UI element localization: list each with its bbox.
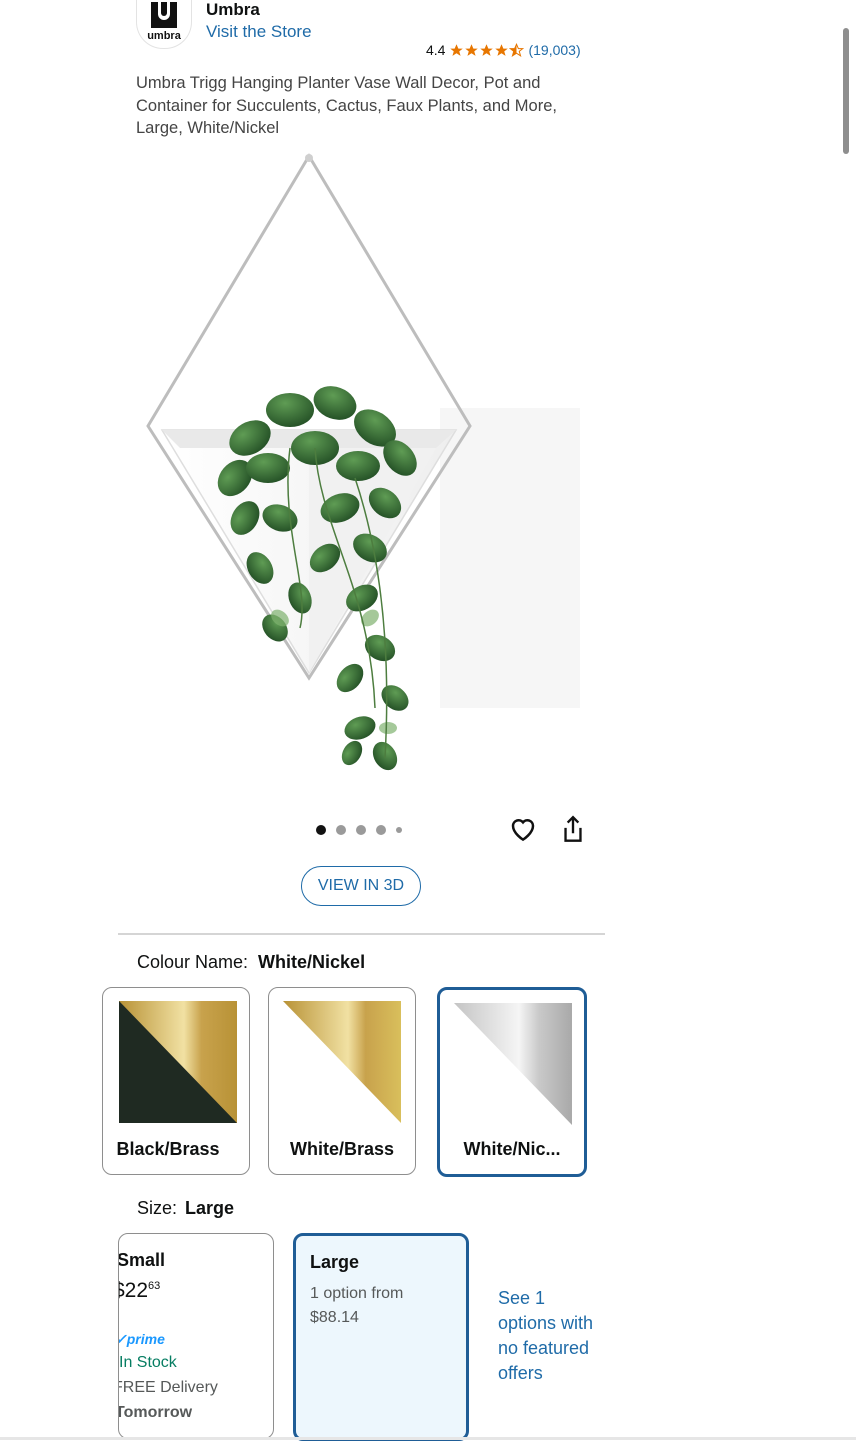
gallery-dot[interactable] <box>336 825 346 835</box>
offer-count: 1 option from <box>310 1285 404 1302</box>
colour-selected-value: White/Nickel <box>258 952 366 972</box>
gallery-dot[interactable] <box>356 825 366 835</box>
gallery-dot[interactable] <box>376 825 386 835</box>
size-label: Size: Large <box>137 1198 234 1219</box>
delivery-day: Tomorrow <box>118 1404 193 1421</box>
colour-option-label: White/Brass <box>289 1139 395 1159</box>
rating-count[interactable]: (19,003) <box>528 42 580 58</box>
size-option-price: $2263 <box>119 1279 161 1303</box>
colour-option-label: Black/Brass <box>116 1139 220 1159</box>
size-option-name: Large <box>310 1252 360 1272</box>
view-in-3d-button[interactable]: VIEW IN 3D <box>301 866 421 906</box>
star-icon <box>495 43 509 56</box>
divider <box>118 933 605 935</box>
size-option-large[interactable]: Large 1 option from $88.14 <box>293 1233 469 1441</box>
brand-name: Umbra <box>206 0 260 19</box>
size-label-text: Size: <box>137 1198 178 1218</box>
offer-price: $88.14 <box>310 1309 359 1326</box>
colour-option-white-brass[interactable]: White/Brass <box>268 987 416 1175</box>
planter-image <box>146 153 580 771</box>
see-options-line: options with <box>498 1313 594 1333</box>
size-selected-value: Large <box>185 1198 235 1218</box>
see-options-line: See 1 <box>498 1288 546 1308</box>
gallery-dots[interactable] <box>316 825 402 835</box>
rating-score: 4.4 <box>426 42 446 58</box>
stock-status: In Stock <box>119 1354 177 1371</box>
price-whole: $22 <box>119 1279 149 1302</box>
star-icon <box>480 43 494 56</box>
gallery-dot[interactable] <box>396 827 402 833</box>
share-icon[interactable] <box>560 814 586 846</box>
colour-option-white-nickel[interactable]: White/Nic... <box>437 987 587 1177</box>
delivery-info: FREE Delivery <box>118 1379 218 1396</box>
brand-logo-text: umbra <box>147 30 181 42</box>
colour-option-label: White/Nic... <box>463 1139 561 1159</box>
product-title: Umbra Trigg Hanging Planter Vase Wall De… <box>136 74 557 137</box>
prime-check-icon: ✓ <box>119 1331 127 1347</box>
size-option-small[interactable]: Small $2263 ✓prime In Stock FREE Deliver… <box>118 1233 274 1439</box>
price-fraction: 63 <box>148 1280 161 1292</box>
star-icon <box>465 43 479 56</box>
see-options-line: offers <box>498 1363 543 1383</box>
wishlist-heart-icon[interactable] <box>508 814 538 844</box>
white-nickel-swatch-image <box>454 1003 572 1125</box>
size-option-name: Small <box>118 1250 166 1270</box>
scrollbar[interactable] <box>843 28 849 154</box>
white-brass-swatch-image <box>283 1001 401 1123</box>
prime-label: prime <box>126 1331 165 1347</box>
brand-logo[interactable]: umbra <box>136 0 192 49</box>
see-options-line: no featured <box>498 1338 590 1358</box>
rating-stars <box>449 42 525 58</box>
star-icon <box>450 43 464 56</box>
colour-label: Colour Name: White/Nickel <box>137 952 365 973</box>
gallery-dot[interactable] <box>316 825 326 835</box>
prime-badge: ✓prime <box>119 1331 165 1348</box>
see-options-link[interactable]: See 1 options with no featured offers <box>498 1286 605 1386</box>
half-star-icon <box>509 42 525 57</box>
visit-store-link[interactable]: Visit the Store <box>206 22 312 42</box>
colour-option-black-brass[interactable]: Black/Brass <box>102 987 250 1175</box>
umbra-logo-icon <box>151 2 177 28</box>
rating[interactable]: 4.4 (19,003) <box>426 42 581 58</box>
black-brass-swatch-image <box>119 1001 237 1123</box>
product-image[interactable] <box>140 148 590 788</box>
colour-label-text: Colour Name: <box>137 952 249 972</box>
size-option-offers: 1 option from $88.14 <box>310 1282 403 1330</box>
